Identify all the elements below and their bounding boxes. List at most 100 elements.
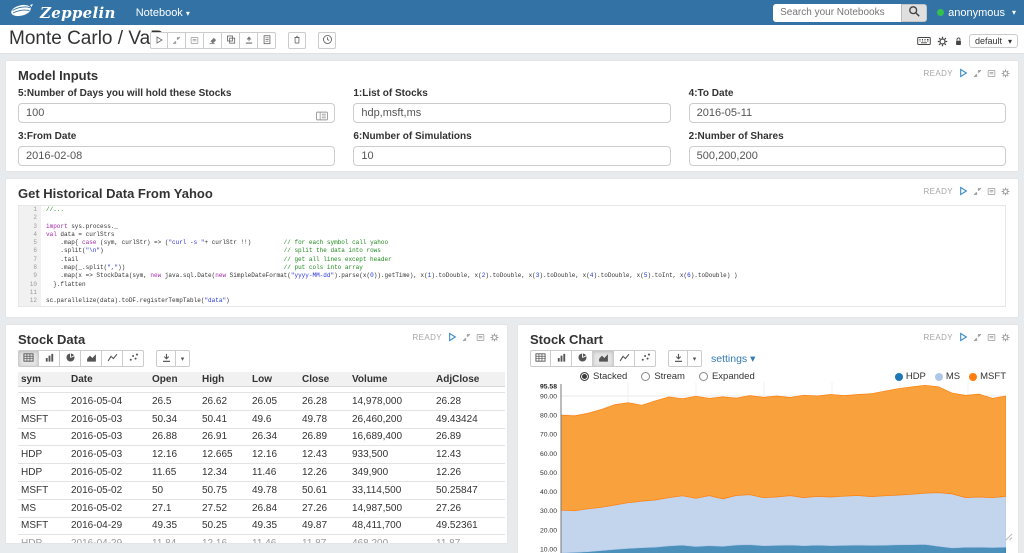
area-chart-button[interactable]	[81, 350, 102, 367]
note-title[interactable]: Monte Carlo / VaR	[9, 28, 164, 50]
area-chart-button[interactable]	[593, 350, 614, 367]
run-paragraph-icon[interactable]	[958, 68, 968, 78]
mode-radio-stacked[interactable]: Stacked	[580, 371, 627, 382]
table-cell: 26.62	[199, 396, 249, 407]
toggle-editor-icon[interactable]	[973, 187, 982, 196]
settings-link[interactable]: settings ▾	[711, 353, 755, 365]
scheduler-button[interactable]	[318, 32, 336, 49]
legend-item-hdp[interactable]: HDP	[895, 371, 926, 382]
table-cell: 26.91	[199, 431, 249, 442]
run-paragraph-icon[interactable]	[958, 186, 968, 196]
toggle-output-icon[interactable]	[987, 69, 996, 78]
column-header[interactable]: AdjClose	[433, 374, 505, 385]
toggle-editor-icon[interactable]	[973, 333, 982, 342]
form-field-label: 2:Number of Shares	[689, 131, 1006, 142]
table-cell: HDP	[18, 467, 68, 478]
scatter-chart-button[interactable]	[635, 350, 656, 367]
column-header[interactable]: sym	[18, 374, 68, 385]
table-cell: 349,900	[349, 467, 433, 478]
clear-output-button[interactable]	[204, 32, 222, 49]
paragraph-settings-icon[interactable]	[1001, 333, 1010, 342]
paragraph-settings-icon[interactable]	[1001, 69, 1010, 78]
mode-radio-stream[interactable]: Stream	[641, 371, 685, 382]
search-input[interactable]	[773, 4, 901, 22]
download-button[interactable]	[668, 350, 688, 367]
table-row: HDP2016-05-0312.1612.66512.1612.43933,50…	[18, 446, 505, 464]
paragraph-settings-icon[interactable]	[1001, 187, 1010, 196]
toggle-editor-icon[interactable]	[973, 69, 982, 78]
table-cell: 12.16	[249, 449, 299, 460]
resize-handle[interactable]	[1005, 528, 1013, 546]
permissions-lock-icon[interactable]	[954, 36, 963, 47]
pie-chart-button[interactable]	[60, 350, 81, 367]
bar-chart-button[interactable]	[39, 350, 60, 367]
username: anonymous	[948, 7, 1005, 19]
table-cell: 2016-05-03	[68, 431, 149, 442]
table-chart-button[interactable]	[530, 350, 551, 367]
interpreter-gear-icon[interactable]	[937, 36, 948, 47]
line-chart-button[interactable]	[614, 350, 635, 367]
code-editor[interactable]: 1//...23import sys.process._4val data = …	[18, 205, 1006, 307]
table-cell: MS	[18, 396, 68, 407]
column-header[interactable]: Low	[249, 374, 299, 385]
user-menu[interactable]: anonymous ▾	[937, 7, 1016, 19]
legend-item-ms[interactable]: MS	[935, 371, 960, 382]
keyboard-shortcuts-icon[interactable]	[917, 36, 931, 46]
download-caret-button[interactable]: ▾	[176, 350, 190, 367]
pie-chart-button[interactable]	[572, 350, 593, 367]
clone-note-button[interactable]	[222, 32, 240, 49]
zeppelin-logo[interactable]: Zeppelin	[10, 3, 116, 23]
column-header[interactable]: Date	[68, 374, 149, 385]
notebook-menu[interactable]: Notebook▾	[136, 7, 190, 19]
paragraph-settings-icon[interactable]	[490, 333, 499, 342]
line-chart-button[interactable]	[102, 350, 123, 367]
column-header[interactable]: High	[199, 374, 249, 385]
legend-dot-icon	[969, 373, 977, 381]
table-chart-button[interactable]	[18, 350, 39, 367]
download-button[interactable]	[156, 350, 176, 367]
interpreter-default-button[interactable]: default▾	[969, 34, 1018, 48]
table-cell: 50.25847	[433, 485, 505, 496]
search-button[interactable]	[901, 4, 927, 22]
table-cell: 12.26	[299, 387, 349, 389]
table-cell: 49.52361	[433, 520, 505, 531]
table-cell: 2016-05-03	[68, 414, 149, 425]
bar-chart-button[interactable]	[551, 350, 572, 367]
table-cell: MSFT	[18, 414, 68, 425]
area-mode-radios: Stacked Stream Expanded	[580, 371, 755, 382]
show-hide-code-button[interactable]	[168, 32, 186, 49]
show-hide-output-button[interactable]	[186, 32, 204, 49]
toggle-output-icon[interactable]	[987, 187, 996, 196]
toggle-output-icon[interactable]	[987, 333, 996, 342]
run-all-button[interactable]	[150, 32, 168, 49]
chevron-down-icon: ▾	[186, 9, 190, 18]
form-field-input[interactable]	[18, 146, 335, 166]
column-header[interactable]: Volume	[349, 374, 433, 385]
table-cell: 49.87	[299, 520, 349, 531]
download-caret-button[interactable]: ▾	[688, 350, 702, 367]
table-cell: MSFT	[18, 520, 68, 531]
form-field-input[interactable]	[18, 103, 335, 123]
version-control-button[interactable]	[258, 32, 276, 49]
table-cell: 27.26	[433, 503, 505, 514]
table-cell: 27.26	[299, 503, 349, 514]
scatter-chart-button[interactable]	[123, 350, 144, 367]
column-header[interactable]: Open	[149, 374, 199, 385]
toggle-output-icon[interactable]	[476, 333, 485, 342]
status-badge: READY	[923, 187, 953, 196]
toggle-editor-icon[interactable]	[462, 333, 471, 342]
form-field-label: 1:List of Stocks	[353, 88, 670, 99]
paragraph-controls: READY	[923, 332, 1010, 342]
form-field-input[interactable]	[689, 146, 1006, 166]
column-header[interactable]: Close	[299, 374, 349, 385]
table-cell: 26.84	[249, 503, 299, 514]
form-field-input[interactable]	[689, 103, 1006, 123]
export-note-button[interactable]	[240, 32, 258, 49]
form-field-input[interactable]	[353, 146, 670, 166]
form-field-input[interactable]	[353, 103, 670, 123]
remove-note-button[interactable]	[288, 32, 306, 49]
mode-radio-expanded[interactable]: Expanded	[699, 371, 755, 382]
run-paragraph-icon[interactable]	[447, 332, 457, 342]
legend-item-msft[interactable]: MSFT	[969, 371, 1006, 382]
run-paragraph-icon[interactable]	[958, 332, 968, 342]
